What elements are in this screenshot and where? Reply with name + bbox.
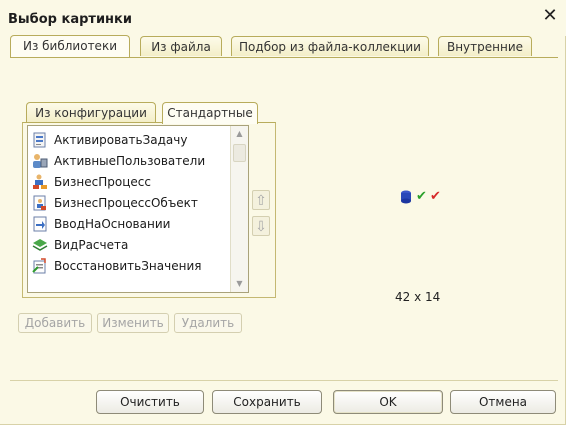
ok-button[interactable]: OK <box>333 390 443 414</box>
scroll-down-icon[interactable]: ▼ <box>231 276 248 292</box>
tab-from-collection-file[interactable]: Подбор из файла-коллекции <box>231 36 429 56</box>
list-item-label: АктивныеПользователи <box>54 154 206 168</box>
red-checkmark-icon: ✔ <box>430 189 441 204</box>
business-process-object-icon <box>33 195 46 211</box>
scroll-thumb[interactable] <box>233 144 246 162</box>
tab-from-library[interactable]: Из библиотеки <box>10 35 130 57</box>
green-checkmark-icon: ✔ <box>416 189 427 204</box>
list-item[interactable]: ВидРасчета <box>32 235 228 255</box>
list-item-label: ВосстановитьЗначения <box>54 259 202 273</box>
list-item[interactable]: АктивироватьЗадачу <box>32 130 228 150</box>
list-item[interactable]: БизнесПроцесс <box>32 172 228 192</box>
business-process-icon <box>33 174 47 189</box>
list-item[interactable]: АктивныеПользователи <box>32 151 228 171</box>
input-on-basis-icon <box>33 216 47 232</box>
save-button[interactable]: Сохранить <box>212 390 322 414</box>
list-scrollbar[interactable]: ▲ ▼ <box>230 126 248 292</box>
activate-task-icon <box>33 132 46 148</box>
list-item-label: АктивироватьЗадачу <box>54 133 188 147</box>
move-down-button[interactable]: ⇩ <box>252 216 270 236</box>
tab-from-configuration[interactable]: Из конфигурации <box>26 102 156 122</box>
tab-internal[interactable]: Внутренние <box>438 36 532 56</box>
list-item-label: БизнесПроцессОбъект <box>54 196 198 210</box>
calculation-type-icon <box>32 239 48 251</box>
picture-list[interactable]: АктивироватьЗадачу АктивныеПользователи … <box>27 125 249 293</box>
list-item[interactable]: ВводНаОсновании <box>32 214 228 234</box>
arrow-up-icon: ⇧ <box>255 193 267 209</box>
arrow-down-icon: ⇩ <box>255 219 267 235</box>
clear-button[interactable]: Очистить <box>96 390 204 414</box>
active-users-icon <box>33 154 48 168</box>
restore-values-icon <box>32 258 46 274</box>
list-item[interactable]: ВосстановитьЗначения <box>32 256 228 276</box>
list-item-label: БизнесПроцесс <box>54 175 151 189</box>
window-title: Выбор картинки <box>8 12 132 27</box>
picture-size-label: 42 x 14 <box>395 290 441 304</box>
scroll-up-icon[interactable]: ▲ <box>231 126 248 142</box>
list-item-label: ВидРасчета <box>54 238 129 252</box>
add-button[interactable]: Добавить <box>18 313 92 333</box>
footer-separator <box>10 380 558 381</box>
move-up-button[interactable]: ⇧ <box>252 190 270 210</box>
title-bar: Выбор картинки ✕ <box>0 0 566 36</box>
tab-standard[interactable]: Стандартные <box>162 102 258 124</box>
delete-button[interactable]: Удалить <box>174 313 242 333</box>
list-item-label: ВводНаОсновании <box>54 217 171 231</box>
database-icon <box>401 190 411 204</box>
close-icon[interactable]: ✕ <box>540 6 560 26</box>
list-item[interactable]: БизнесПроцессОбъект <box>32 193 228 213</box>
edit-button[interactable]: Изменить <box>97 313 169 333</box>
tab-panel-border <box>10 57 558 58</box>
picture-selection-dialog: Выбор картинки ✕ Из библиотеки Из файла … <box>0 0 566 425</box>
cancel-button[interactable]: Отмена <box>450 390 556 414</box>
tab-from-file[interactable]: Из файла <box>140 36 222 56</box>
